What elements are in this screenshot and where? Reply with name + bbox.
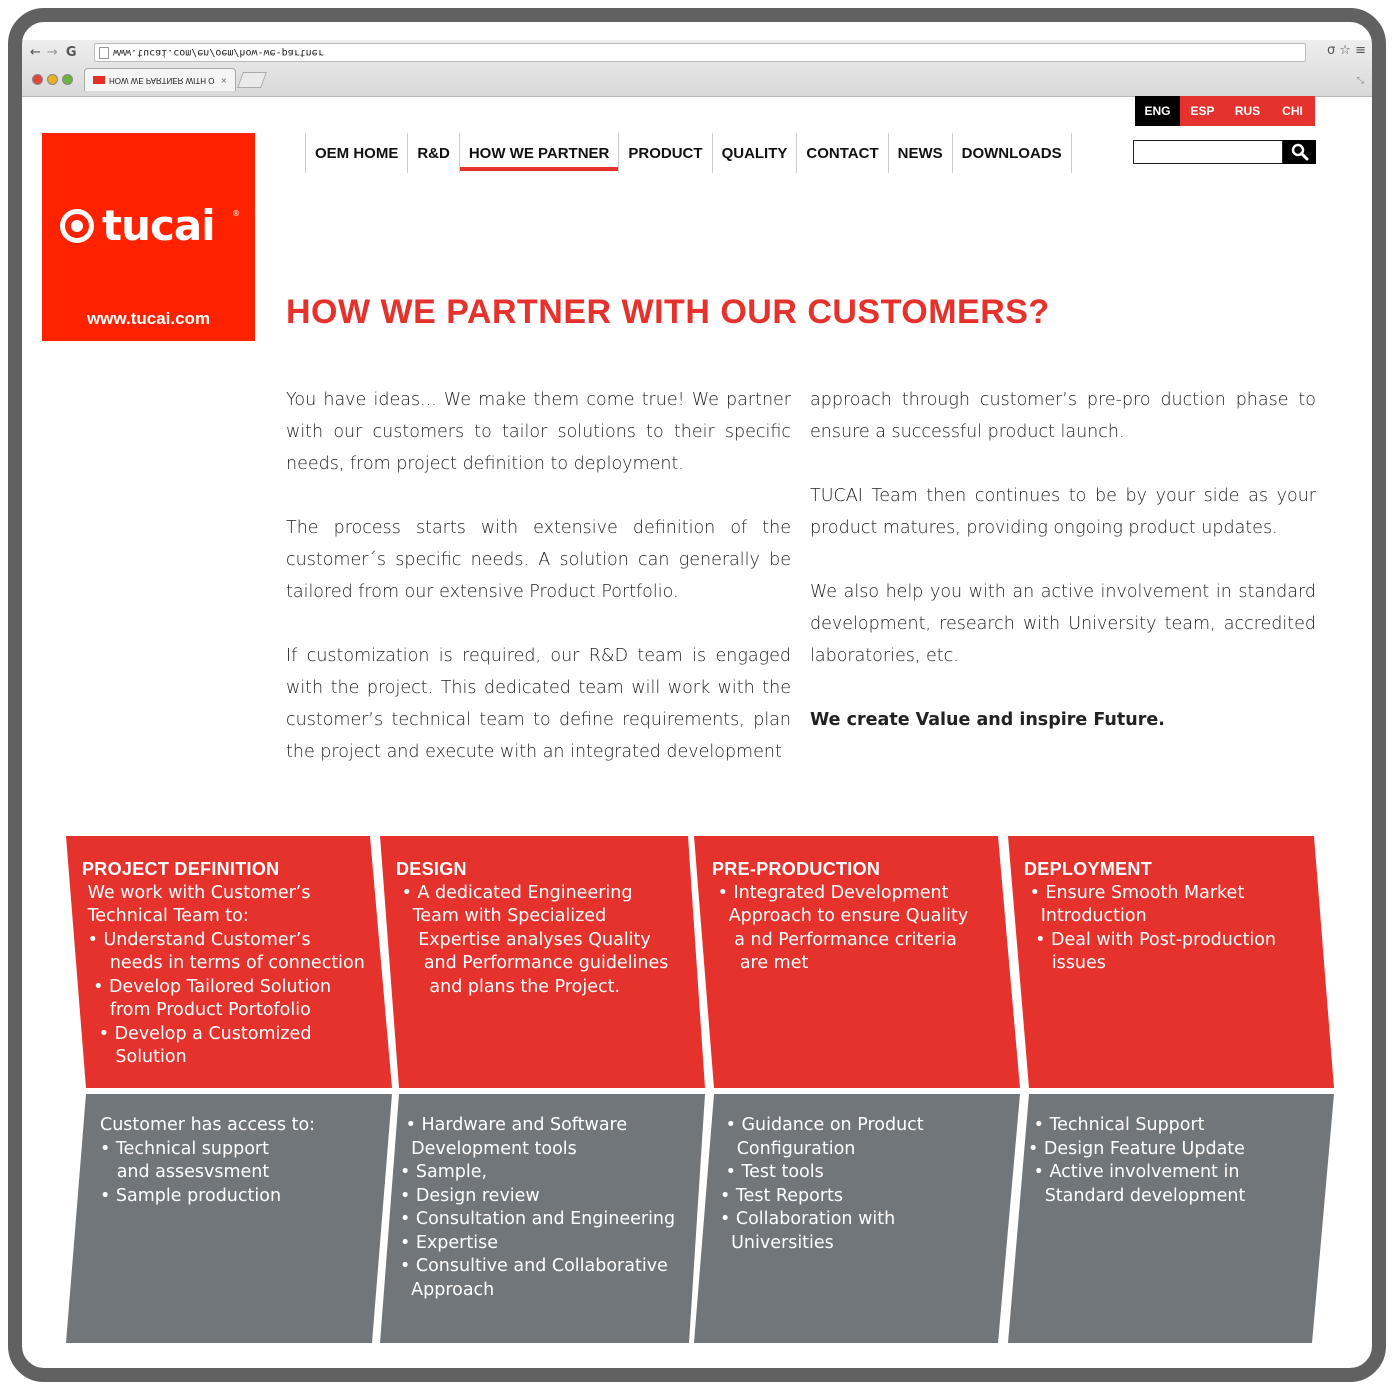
fullscreen-icon[interactable]: ⤡ xyxy=(1357,76,1364,86)
url-text: www.tucai.com/en/oem/how-we-partner xyxy=(113,47,324,58)
logo-mark-icon xyxy=(60,209,94,243)
logo-registered-mark: ® xyxy=(232,209,240,218)
page-title: HOW WE PARTNER WITH OUR CUSTOMERS? xyxy=(286,293,1050,331)
intro-paragraph: We also help you with an active involvem… xyxy=(810,582,1316,666)
stage-deliverables: • Guidance on Product Configuration • Te… xyxy=(720,1115,924,1253)
logo[interactable]: tucai ® www.tucai.com xyxy=(42,133,255,341)
browser-tab[interactable]: HOW WE PARTNER WITH O × xyxy=(84,68,236,91)
stage-title: PRE-PRODUCTION xyxy=(712,859,881,879)
favicon-icon xyxy=(93,76,105,84)
language-eng[interactable]: ENG xyxy=(1135,96,1180,126)
stage-description: We work with Customer’s Technical Team t… xyxy=(87,882,365,1068)
stage-description: • Integrated Development Approach to ens… xyxy=(717,882,969,974)
forward-arrow-icon[interactable]: → xyxy=(47,45,58,60)
reload-icon[interactable]: G xyxy=(66,45,77,60)
stage-top-text: PROJECT DEFINITION We work with Customer… xyxy=(82,858,365,1070)
intro-paragraph: You have ideas... We make them come true… xyxy=(286,390,791,474)
intro-column-right: approach through customer’s pre-pro duct… xyxy=(810,384,1316,768)
nav-item-oem-home[interactable]: OEM HOME xyxy=(305,133,407,173)
stage-title: DESIGN xyxy=(396,859,467,879)
browser-menu-icon[interactable]: σ ☆ ≡ xyxy=(1327,43,1366,58)
stage-deliverables: Customer has access to: • Technical supp… xyxy=(100,1115,316,1206)
language-esp[interactable]: ESP xyxy=(1180,96,1225,126)
back-arrow-icon[interactable]: ← xyxy=(30,45,41,60)
logo-word: tucai xyxy=(102,201,216,250)
stage-top-text: DEPLOYMENT • Ensure Smooth Market Introd… xyxy=(1024,858,1276,976)
stage-top-text: PRE-PRODUCTION • Integrated Development … xyxy=(712,858,968,976)
search-input[interactable] xyxy=(1133,140,1283,164)
tab-strip: HOW WE PARTNER WITH O × ⤡ xyxy=(22,66,1372,94)
nav-item-quality[interactable]: QUALITY xyxy=(711,133,797,173)
stage-description: • Ensure Smooth Market Introduction • De… xyxy=(1029,882,1276,974)
language-selector: ENG ESP RUS CHI xyxy=(1135,96,1315,126)
search-box xyxy=(1133,140,1316,164)
address-bar-row: ← → G www.tucai.com/en/oem/how-we-partne… xyxy=(22,40,1372,64)
stage-deliverables: • Technical Support • Design Feature Upd… xyxy=(1028,1115,1246,1206)
intro-paragraph: The process starts with extensive defini… xyxy=(286,518,791,602)
tab-title: HOW WE PARTNER WITH O xyxy=(109,75,215,85)
browser-chrome: ← → G www.tucai.com/en/oem/how-we-partne… xyxy=(22,40,1372,97)
language-chi[interactable]: CHI xyxy=(1270,96,1315,126)
stage-title: DEPLOYMENT xyxy=(1024,859,1153,879)
nav-item-r-d[interactable]: R&D xyxy=(407,133,459,173)
minimize-window-icon[interactable] xyxy=(47,74,58,85)
intro-paragraph: If customization is required, our R&D te… xyxy=(286,646,791,762)
tagline: We create Value and inspire Future. xyxy=(810,710,1165,730)
window-controls xyxy=(32,74,73,85)
language-rus[interactable]: RUS xyxy=(1225,96,1270,126)
nav-item-how-we-partner[interactable]: HOW WE PARTNER xyxy=(458,133,619,173)
stage-description: • A dedicated Engineering Team with Spec… xyxy=(401,882,669,997)
nav-item-downloads[interactable]: DOWNLOADS xyxy=(951,133,1072,173)
stage-title: PROJECT DEFINITION xyxy=(82,859,280,879)
logo-url: www.tucai.com xyxy=(86,309,211,328)
page-icon xyxy=(99,47,109,59)
maximize-window-icon[interactable] xyxy=(62,74,73,85)
intro-paragraph: TUCAI Team then continues to be by your … xyxy=(810,486,1316,538)
process-diagram: PROJECT DEFINITION We work with Customer… xyxy=(60,836,1340,1346)
page: ← → G www.tucai.com/en/oem/how-we-partne… xyxy=(0,0,1394,1390)
new-tab-button[interactable] xyxy=(237,72,267,88)
search-button[interactable] xyxy=(1283,140,1316,164)
tab-close-icon[interactable]: × xyxy=(220,76,227,85)
nav-item-product[interactable]: PRODUCT xyxy=(618,133,711,173)
close-window-icon[interactable] xyxy=(32,74,43,85)
search-icon xyxy=(1291,143,1308,161)
url-field[interactable]: www.tucai.com/en/oem/how-we-partner xyxy=(94,43,1306,62)
stage-deliverables: • Hardware and Software Development tool… xyxy=(400,1115,676,1300)
nav-item-news[interactable]: NEWS xyxy=(887,133,952,173)
main-nav: OEM HOME R&D HOW WE PARTNER PRODUCT QUALITY C… xyxy=(305,133,1072,173)
stage-top-text: DESIGN • A dedicated Engineering Team wi… xyxy=(396,858,668,999)
nav-item-contact[interactable]: CONTACT xyxy=(796,133,887,173)
intro-column-left: You have ideas... We make them come true… xyxy=(286,384,791,768)
intro-paragraph: approach through customer’s pre-pro duct… xyxy=(810,390,1316,442)
